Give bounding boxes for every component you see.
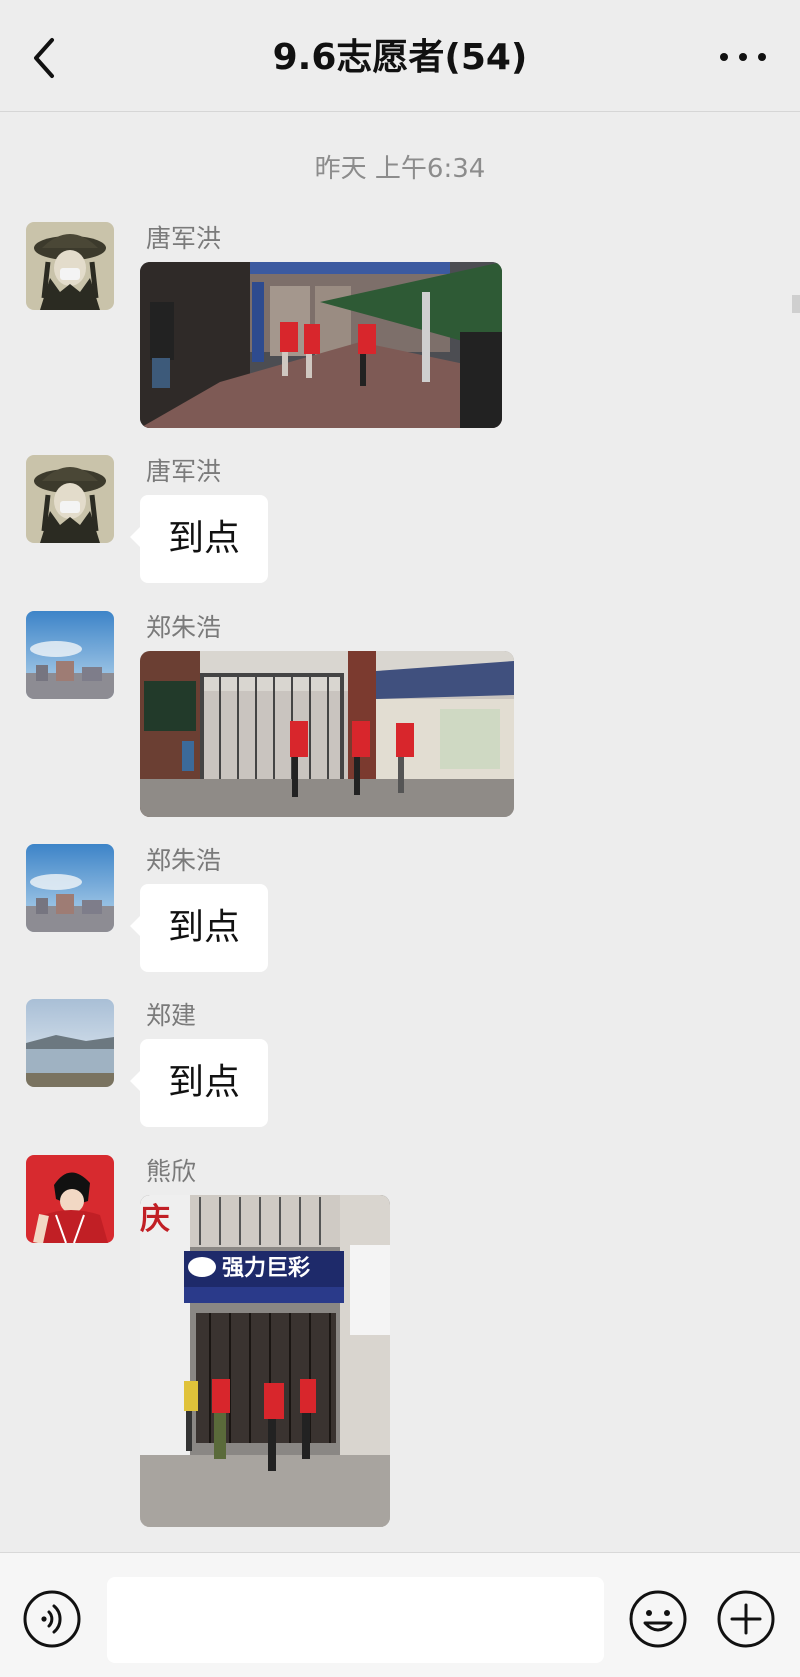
message-item: 熊欣 庆 强力巨彩 bbox=[26, 1155, 766, 1535]
message-item: 郑朱浩 bbox=[26, 611, 766, 821]
more-dots-icon[interactable] bbox=[716, 42, 770, 72]
chat-input-bar bbox=[0, 1552, 800, 1677]
image-message[interactable] bbox=[140, 262, 502, 428]
lake-avatar[interactable] bbox=[26, 999, 114, 1087]
city-sky-avatar[interactable] bbox=[26, 611, 114, 699]
pirate-avatar[interactable] bbox=[26, 455, 114, 543]
text-bubble[interactable]: 到点 bbox=[130, 495, 268, 583]
message-input[interactable] bbox=[107, 1577, 604, 1663]
image-message[interactable] bbox=[140, 651, 514, 817]
shop-sign-text: 强力巨彩 bbox=[222, 1256, 310, 1281]
scroll-indicator[interactable] bbox=[792, 295, 800, 313]
sender-name: 唐军洪 bbox=[146, 224, 222, 253]
side-sign-text: 庆 bbox=[140, 1202, 170, 1237]
text-bubble[interactable]: 到点 bbox=[130, 1039, 268, 1127]
message-item: 唐军洪 到点 bbox=[26, 455, 766, 595]
basketball-player-avatar[interactable] bbox=[26, 1155, 114, 1243]
sender-name: 唐军洪 bbox=[146, 457, 222, 486]
text-bubble[interactable]: 到点 bbox=[130, 884, 268, 972]
plus-circle-icon[interactable] bbox=[716, 1589, 776, 1649]
message-timestamp: 昨天 上午6:34 bbox=[314, 154, 486, 184]
sender-name: 郑朱浩 bbox=[146, 613, 222, 642]
pirate-avatar[interactable] bbox=[26, 222, 114, 310]
sender-name: 熊欣 bbox=[146, 1157, 197, 1186]
smiley-icon[interactable] bbox=[628, 1589, 688, 1649]
message-item: 郑朱浩 到点 bbox=[26, 844, 766, 984]
message-item: 唐军洪 bbox=[26, 222, 766, 432]
city-sky-avatar[interactable] bbox=[26, 844, 114, 932]
message-item: 郑建 到点 bbox=[26, 999, 766, 1139]
chat-header: 9.6志愿者(54) bbox=[0, 0, 800, 112]
voice-icon[interactable] bbox=[22, 1589, 82, 1649]
sender-name: 郑朱浩 bbox=[146, 846, 222, 875]
sender-name: 郑建 bbox=[146, 1001, 197, 1030]
chat-title: 9.6志愿者(54) bbox=[272, 37, 528, 78]
image-message[interactable]: 庆 强力巨彩 bbox=[140, 1195, 390, 1527]
